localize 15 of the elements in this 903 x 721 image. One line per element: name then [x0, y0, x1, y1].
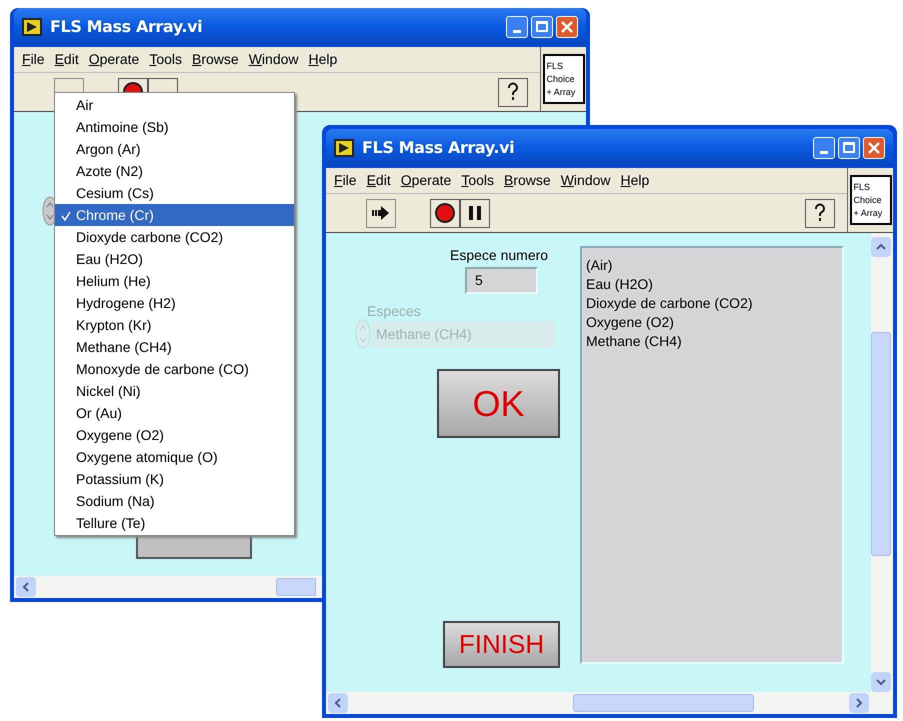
- vi-icon-text: FLS: [854, 180, 872, 194]
- field-label: Espece numero: [450, 246, 548, 265]
- list-item: Methane (CH4): [586, 332, 683, 351]
- list-item: Oxygene (O2): [586, 313, 675, 332]
- vi-icon-text: + Array: [546, 86, 576, 98]
- vi-icon-text: Choice: [546, 72, 576, 86]
- list-item: (Air): [586, 256, 614, 275]
- list-item: Eau (H2O): [586, 275, 654, 294]
- vi-icon-text: Choice: [854, 194, 883, 206]
- field-label: Especes: [367, 302, 421, 321]
- list-item: Dioxyde de carbone (CO2): [586, 294, 754, 313]
- vi-icon-text: FLS: [546, 60, 564, 72]
- vi-icon-text: + Array: [854, 206, 884, 220]
- window-title: FLS Mass Array.vi: [362, 136, 514, 158]
- window-title: FLS Mass Array.vi: [50, 16, 202, 38]
